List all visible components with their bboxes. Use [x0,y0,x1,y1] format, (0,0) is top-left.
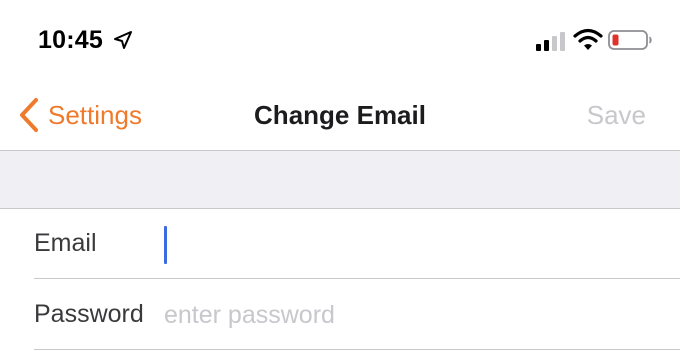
battery-low-icon [608,30,652,50]
password-label: Password [34,300,144,328]
status-bar: 10:45 [0,0,680,80]
status-time: 10:45 [38,26,103,54]
wifi-icon [573,28,603,50]
location-arrow-icon [114,31,132,49]
cellular-signal-icon [536,32,565,51]
email-row: Email [0,209,680,279]
password-field[interactable] [164,294,644,336]
section-spacer [0,151,680,209]
text-caret [164,226,167,264]
row-divider [34,278,680,279]
page-title: Change Email [254,100,426,130]
email-field[interactable] [164,223,644,265]
password-row: Password [0,280,680,350]
row-divider [34,349,680,350]
save-button[interactable]: Save [587,100,646,131]
navigation-bar: Settings Change Email Save [0,80,680,151]
email-label: Email [34,229,97,257]
